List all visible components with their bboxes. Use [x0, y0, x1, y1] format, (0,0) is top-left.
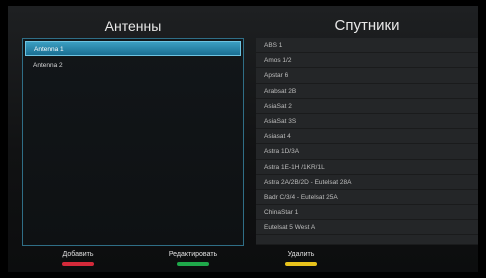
satellite-list-item[interactable]: Astra 1D/3A	[256, 144, 478, 160]
satellite-list-item[interactable]: ABS 1	[256, 38, 478, 54]
satellite-list-item[interactable]: ChinaStar 1	[256, 205, 478, 221]
delete-button[interactable]: Удалить	[271, 251, 331, 266]
satellite-list-item[interactable]: Astra 2A/2B/2D - Eutelsat 28A	[256, 174, 478, 190]
satellite-list-item[interactable]: Apstar 6	[256, 68, 478, 84]
edit-button-label: Редактировать	[168, 251, 218, 258]
satellite-list-item[interactable]: Asiasat 4	[256, 129, 478, 145]
antenna-list-item[interactable]: Antenna 2	[25, 58, 241, 73]
red-key-indicator	[62, 262, 94, 266]
satellite-list-item[interactable]: Astra 1E-1H /1KR/1L	[256, 159, 478, 175]
antenna-list-item[interactable]: Antenna 1	[25, 41, 241, 56]
satellite-list-item[interactable]: Amos 1/2	[256, 53, 478, 69]
green-key-indicator	[177, 262, 209, 266]
satellite-list-item[interactable]: Arabsat 2B	[256, 83, 478, 99]
satellite-list-item[interactable]: Eutelsat 5 West A	[256, 220, 478, 236]
satellite-list-item[interactable]: Badr C/3/4 - Eutelsat 25A	[256, 189, 478, 206]
delete-button-label: Удалить	[287, 251, 315, 258]
satellite-list: ABS 1 Amos 1/2 Apstar 6 Arabsat 2B AsiaS…	[256, 38, 478, 246]
satellite-list-item[interactable]: AsiaSat 3S	[256, 113, 478, 130]
satellites-title: Спутники	[334, 17, 400, 34]
edit-button[interactable]: Редактировать	[153, 251, 233, 266]
add-button[interactable]: Добавить	[48, 251, 108, 266]
antenna-list: Antenna 1 Antenna 2	[22, 38, 244, 246]
add-button-label: Добавить	[62, 251, 94, 258]
antennas-title: Антенны	[104, 18, 162, 34]
yellow-key-indicator	[285, 262, 317, 266]
satellite-list-item-partial	[256, 235, 478, 246]
satellite-list-item[interactable]: AsiaSat 2	[256, 98, 478, 114]
